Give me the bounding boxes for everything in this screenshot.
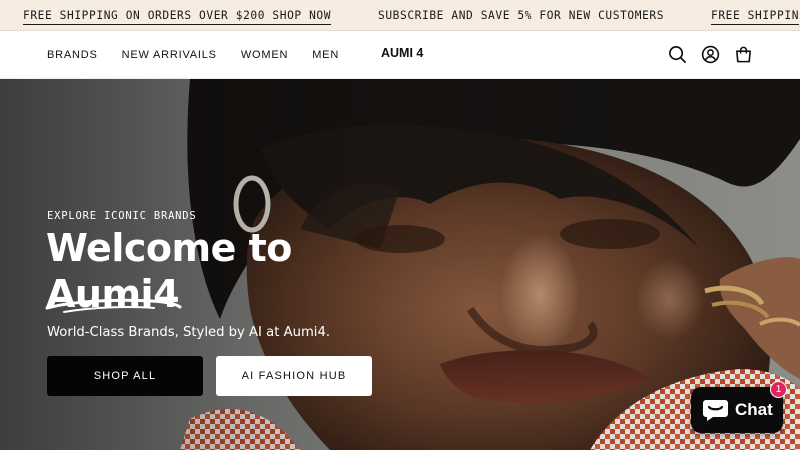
hero-banner: EXPLORE ICONIC BRANDS Welcome to Aumi4 W… (0, 79, 800, 450)
hero-subtitle: World-Class Brands, Styled by AI at Aumi… (47, 325, 331, 340)
hero-eyebrow: EXPLORE ICONIC BRANDS (47, 210, 197, 222)
announcement-subscribe: SUBSCRIBE AND SAVE 5% FOR NEW CUSTOMERS (378, 9, 665, 22)
header-icons (667, 44, 754, 65)
cart-icon[interactable] (733, 44, 754, 65)
chat-bubble-icon (703, 400, 728, 421)
announcement-shipping-repeat-text: FREE SHIPPIN (711, 9, 800, 22)
nav-men[interactable]: MEN (312, 49, 339, 61)
chat-unread-badge: 1 (770, 381, 787, 398)
ai-fashion-hub-button[interactable]: AI FASHION HUB (216, 356, 372, 396)
site-logo[interactable]: AUMI 4 (381, 46, 423, 60)
announcement-bar: FREE SHIPPING ON ORDERS OVER $200 SHOP N… (0, 0, 800, 31)
announcement-shipping-repeat[interactable]: FREE SHIPPIN (711, 9, 800, 25)
nav-brands[interactable]: BRANDS (47, 49, 98, 61)
hero-headline-line1: Welcome to (46, 226, 292, 270)
chat-label: Chat (735, 400, 773, 419)
main-nav: BRANDS NEW ARRIVAILS WOMEN MEN (47, 49, 363, 61)
headline-underline-swoosh (45, 298, 182, 313)
nav-women[interactable]: WOMEN (241, 49, 288, 61)
announcement-shipping-text: FREE SHIPPING ON ORDERS OVER $200 SHOP N… (23, 9, 332, 22)
chat-widget-button[interactable]: Chat (691, 387, 783, 433)
announcement-shipping[interactable]: FREE SHIPPING ON ORDERS OVER $200 SHOP N… (23, 9, 332, 25)
shop-all-button[interactable]: SHOP ALL (47, 356, 203, 396)
account-icon[interactable] (700, 44, 721, 65)
nav-new-arrivals[interactable]: NEW ARRIVAILS (122, 49, 217, 61)
search-icon[interactable] (667, 44, 688, 65)
site-header: BRANDS NEW ARRIVAILS WOMEN MEN AUMI 4 (0, 31, 800, 79)
